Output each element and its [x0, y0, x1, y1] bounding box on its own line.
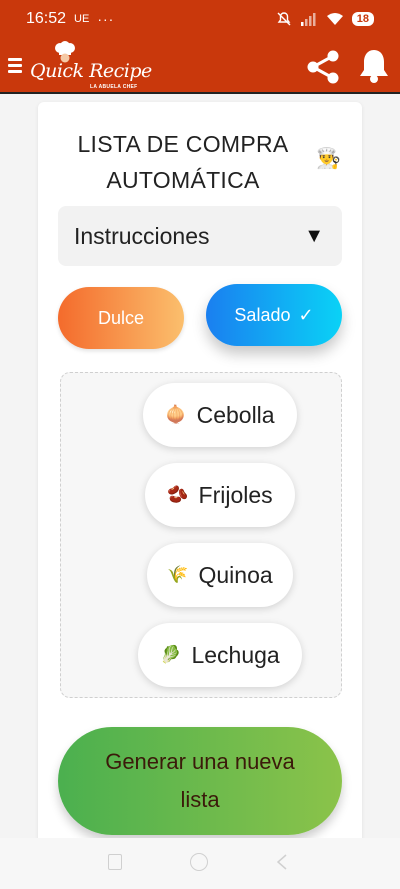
chef-icon: 👨‍🍳: [316, 148, 341, 170]
menu-icon[interactable]: [8, 58, 22, 74]
ingredient-chip-lechuga[interactable]: 🥬 Lechuga: [138, 623, 302, 687]
ingredient-label: Frijoles: [198, 481, 273, 508]
ingredients-list: 🧅 Cebolla 🫘 Frijoles 🌾 Quinoa 🥬 Lechuga: [60, 372, 342, 698]
logo-text: Quick Recipe: [30, 60, 152, 82]
status-time: 16:52: [26, 10, 67, 27]
beans-icon: 🫘: [167, 485, 189, 504]
ingredient-label: Cebolla: [196, 401, 275, 428]
onion-icon: 🧅: [165, 405, 187, 424]
mute-icon: [277, 12, 291, 26]
dropdown-arrow-icon: ▼: [304, 224, 324, 247]
instructions-dropdown[interactable]: Instrucciones ▼: [58, 206, 342, 266]
home-icon[interactable]: [190, 853, 208, 871]
system-nav-bar: [0, 838, 400, 889]
dropdown-selected: Instrucciones: [74, 222, 210, 249]
ingredient-label: Lechuga: [191, 641, 280, 668]
logo-subtitle: LA ABUELA CHEF: [90, 84, 138, 90]
ingredient-label: Quinoa: [198, 561, 273, 588]
check-icon: ✓: [298, 305, 314, 325]
battery-indicator: 18: [351, 12, 374, 26]
ingredient-chip-frijoles[interactable]: 🫘 Frijoles: [145, 463, 295, 527]
salado-button[interactable]: Salado ✓: [206, 284, 342, 346]
wifi-icon: [326, 13, 343, 25]
generate-list-button[interactable]: Generar una nueva lista: [58, 727, 342, 835]
ingredient-chip-quinoa[interactable]: 🌾 Quinoa: [147, 543, 293, 607]
salado-label: Salado: [234, 305, 291, 325]
status-right: 18: [276, 11, 374, 27]
dulce-label: Dulce: [97, 308, 145, 328]
bell-icon[interactable]: [358, 48, 390, 84]
ingredient-chip-cebolla[interactable]: 🧅 Cebolla: [143, 383, 297, 447]
page-title: LISTA DE COMPRA AUTOMÁTICA: [77, 131, 289, 193]
grain-icon: 🌾: [167, 565, 189, 584]
shopping-list-card: LISTA DE COMPRA AUTOMÁTICA 👨‍🍳 Instrucci…: [38, 102, 362, 862]
app-bar: Quick Recipe LA ABUELA CHEF: [0, 38, 400, 94]
recents-icon[interactable]: [108, 854, 122, 870]
signal-icon: [300, 13, 316, 26]
lettuce-icon: 🥬: [160, 645, 182, 664]
status-more-icon: ···: [97, 11, 115, 27]
status-bar: 16:52 UE ··· 18: [0, 0, 400, 38]
back-icon[interactable]: [276, 853, 288, 871]
status-left: 16:52 UE ···: [26, 10, 114, 28]
dulce-button[interactable]: Dulce: [58, 287, 184, 349]
app-logo[interactable]: Quick Recipe LA ABUELA CHEF: [28, 41, 152, 92]
generate-list-label: Generar una nueva lista: [105, 749, 295, 812]
status-carrier: UE: [74, 13, 90, 25]
share-icon[interactable]: [304, 48, 342, 86]
